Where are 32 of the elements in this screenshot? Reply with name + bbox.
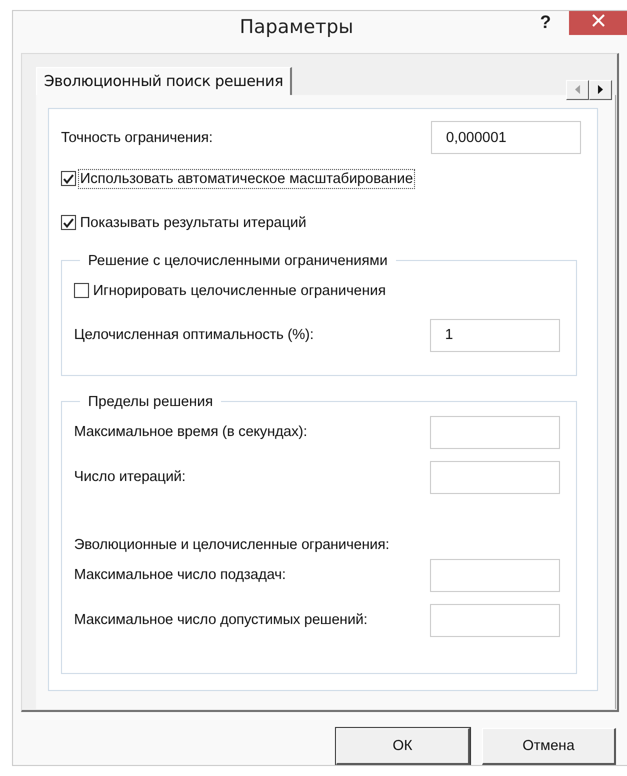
help-button[interactable]: ? <box>540 12 551 34</box>
checkbox-label[interactable]: Показывать результаты итераций <box>79 214 308 232</box>
field-label: Целочисленная оптимальность (%): <box>74 327 314 344</box>
field-label: Максимальное время (в секундах): <box>74 424 308 440</box>
input-field[interactable] <box>430 460 560 494</box>
checkbox-label[interactable]: Использовать автоматическое масштабирование <box>79 170 414 188</box>
field-label: Максимальное число допустимых решений: <box>74 612 368 628</box>
close-button[interactable] <box>569 11 627 36</box>
right-arrow-icon <box>598 85 603 94</box>
checkbox-label[interactable]: Игнорировать целочисленные ограничения <box>92 282 387 300</box>
field-label: Точность ограничения: <box>61 130 213 146</box>
input-field[interactable] <box>430 416 560 449</box>
section-heading: Эволюционные и целочисленные ограничения: <box>74 536 390 553</box>
input-field[interactable] <box>430 604 560 637</box>
scroll-right-button[interactable] <box>589 80 612 100</box>
input-field[interactable]: 1 <box>430 318 560 352</box>
tab[interactable]: Эволюционный поиск решения <box>36 66 292 95</box>
window-title: Параметры <box>238 16 354 38</box>
checkbox[interactable] <box>74 283 89 298</box>
group-title: Пределы решения <box>87 394 214 410</box>
input-field[interactable]: 0,000001 <box>431 121 581 154</box>
checkbox[interactable] <box>61 215 76 230</box>
scroll-left-button[interactable] <box>566 80 589 100</box>
left-arrow-icon <box>575 85 580 94</box>
input-field[interactable] <box>430 558 560 592</box>
group-title: Решение с целочисленными ограничениями <box>87 252 389 269</box>
dialog-button[interactable]: ОК <box>336 728 470 765</box>
checkbox[interactable] <box>61 171 76 186</box>
field-label: Число итераций: <box>74 469 186 486</box>
dialog-button[interactable]: Отмена <box>482 728 616 765</box>
close-icon <box>592 14 604 28</box>
field-label: Максимальное число подзадач: <box>74 567 286 584</box>
